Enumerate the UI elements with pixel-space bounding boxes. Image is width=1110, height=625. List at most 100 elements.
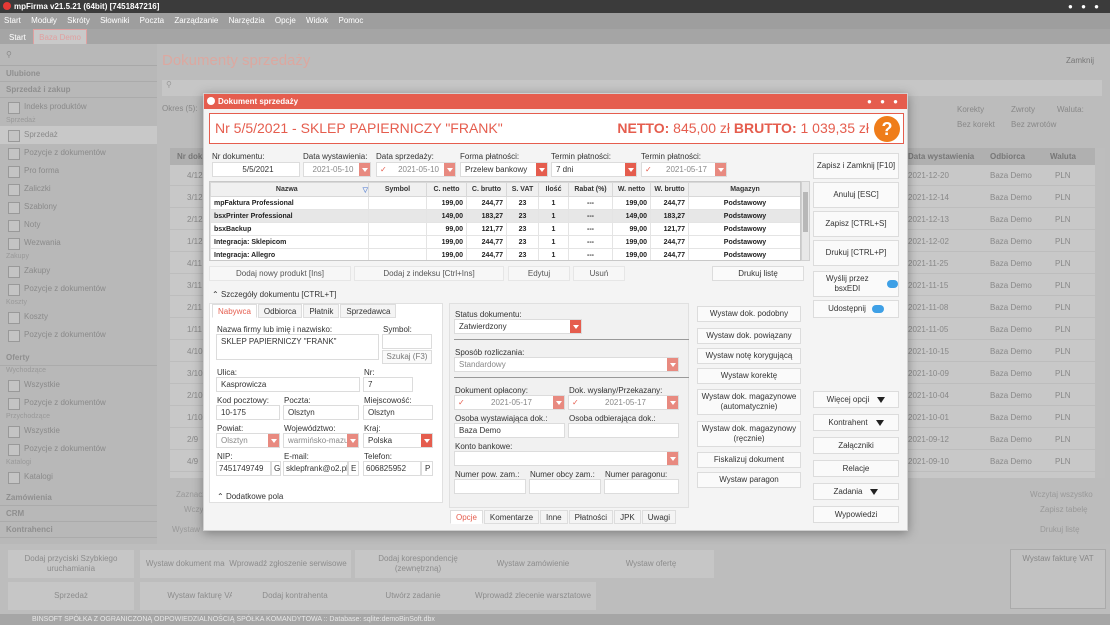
calendar-dropdown-icon[interactable] bbox=[667, 396, 678, 409]
quick-wystaw-oferte[interactable]: Wystaw ofertę bbox=[588, 550, 714, 578]
sidebar-item-wezwania[interactable]: Wezwania bbox=[0, 234, 157, 252]
wystaw-dok-podobny-button[interactable]: Wystaw dok. podobny bbox=[697, 306, 801, 322]
osoba-odb-input[interactable] bbox=[568, 423, 679, 438]
kod-pocztowy-input[interactable]: 10-175 bbox=[216, 405, 280, 420]
sidebar-search[interactable]: ⚲ bbox=[0, 44, 157, 66]
nr-dokumentu-input[interactable]: 5/5/2021 bbox=[212, 162, 300, 177]
sidebar-section-kontrahenci[interactable]: Kontrahenci bbox=[0, 522, 157, 538]
symbol-input[interactable] bbox=[382, 334, 432, 349]
window-menu-icon[interactable]: ● ● ● bbox=[1068, 0, 1102, 13]
menu-widok[interactable]: Widok bbox=[306, 16, 328, 25]
tab-nabywca[interactable]: Nabywca bbox=[212, 304, 257, 318]
filter-bez-korekt[interactable]: Bez korekt bbox=[957, 120, 995, 129]
sidebar-item-zakupy-pozycje[interactable]: Pozycje z dokumentów bbox=[0, 280, 157, 298]
ulica-input[interactable]: Kasprowicza bbox=[216, 377, 360, 392]
email-input[interactable]: sklepfrank@o2.pl bbox=[283, 461, 348, 476]
telefon-input[interactable]: 606825952 bbox=[363, 461, 421, 476]
wyslany-input[interactable]: ✓ 2021-05-17 bbox=[568, 395, 679, 410]
relacje-button[interactable]: Relacje bbox=[813, 460, 899, 477]
wystaw-magazynowe-auto-button[interactable]: Wystaw dok. magazynowe (automatycznie) bbox=[697, 389, 801, 415]
wyslij-bsxedi-button[interactable]: Wyślij przez bsxEDI bbox=[813, 271, 899, 297]
numer-pow-input[interactable] bbox=[454, 479, 526, 494]
menu-skroty[interactable]: Skróty bbox=[67, 16, 90, 25]
chevron-down-icon[interactable] bbox=[347, 434, 358, 447]
wiecej-opcji-button[interactable]: Więcej opcji bbox=[813, 391, 899, 408]
wystaw-dok-powiazany-button[interactable]: Wystaw dok. powiązany bbox=[697, 328, 801, 344]
documents-scrollbar[interactable] bbox=[1095, 148, 1105, 478]
menu-zarzadzanie[interactable]: Zarządzanie bbox=[174, 16, 218, 25]
calendar-dropdown-icon[interactable] bbox=[444, 163, 455, 176]
sidebar-item-przych-wszystkie[interactable]: Wszystkie bbox=[0, 422, 157, 440]
filter-korekty[interactable]: Korekty bbox=[957, 105, 984, 114]
col-cbrutto[interactable]: C. brutto bbox=[466, 182, 507, 197]
check-icon[interactable]: ✓ bbox=[645, 163, 652, 176]
wystaw-paragon-button[interactable]: Wystaw paragon bbox=[697, 472, 801, 488]
szczegoly-toggle[interactable]: ⌃ Szczegóły dokumentu [CTRL+T] bbox=[212, 290, 336, 299]
col-nr[interactable]: Nr dok bbox=[177, 148, 202, 165]
wczytaj-wszystko-button[interactable]: Wczytaj wszystko bbox=[1030, 490, 1093, 499]
nip-gus-button[interactable]: G bbox=[271, 461, 281, 476]
sidebar-item-zakupy[interactable]: Zakupy bbox=[0, 262, 157, 280]
product-row[interactable]: bsxPrinter Professional 149,00 183,27 23 1 --… bbox=[210, 209, 800, 223]
menu-pomoc[interactable]: Pomoc bbox=[338, 16, 363, 25]
sidebar-section-sprzedaz-zakup[interactable]: Sprzedaż i zakup bbox=[0, 82, 157, 98]
calendar-dropdown-icon[interactable] bbox=[359, 163, 370, 176]
sidebar-item-proforma[interactable]: Pro forma bbox=[0, 162, 157, 180]
sidebar-item-oferty-wszystkie[interactable]: Wszystkie bbox=[0, 376, 157, 394]
email-send-button[interactable]: E bbox=[348, 461, 359, 476]
col-wbrutto[interactable]: W. brutto bbox=[650, 182, 689, 197]
sidebar-item-oferty-pozycje[interactable]: Pozycje z dokumentów bbox=[0, 394, 157, 412]
sidebar-section-zamowienia[interactable]: Zamówienia bbox=[0, 490, 157, 506]
menu-slowniki[interactable]: Słowniki bbox=[100, 16, 129, 25]
product-row[interactable]: bsxBackup 99,00 121,77 23 1 --- 99,00 121,77 Pod… bbox=[210, 222, 800, 236]
edytuj-button[interactable]: Edytuj bbox=[508, 266, 570, 281]
chevron-down-icon[interactable] bbox=[570, 320, 581, 333]
wystaw-korekte-button[interactable]: Wystaw korektę bbox=[697, 368, 801, 384]
dialog-menu-icon[interactable]: ● ● ● bbox=[867, 94, 901, 109]
chevron-down-icon[interactable] bbox=[667, 452, 678, 465]
quick-wystaw-zamowienie[interactable]: Wystaw zamówienie bbox=[470, 550, 596, 578]
sidebar-item-katalogi[interactable]: Katalogi bbox=[0, 468, 157, 486]
udostepnij-button[interactable]: Udostępnij bbox=[813, 300, 899, 318]
chevron-down-icon[interactable] bbox=[667, 358, 678, 371]
nip-input[interactable]: 7451749749 bbox=[216, 461, 271, 476]
anuluj-button[interactable]: Anuluj [ESC] bbox=[813, 182, 899, 208]
quick-sprzedaz[interactable]: Sprzedaż bbox=[8, 582, 134, 610]
filter-waluta[interactable]: Waluta: bbox=[1057, 105, 1084, 114]
col-svat[interactable]: S. VAT bbox=[506, 182, 539, 197]
menu-moduly[interactable]: Moduły bbox=[31, 16, 57, 25]
sidebar-item-koszty[interactable]: Koszty bbox=[0, 308, 157, 326]
status-select[interactable]: Zatwierdzony bbox=[454, 319, 582, 334]
col-odbiorca[interactable]: Odbiorca bbox=[990, 148, 1025, 165]
tab-uwagi[interactable]: Uwagi bbox=[641, 510, 676, 524]
col-magazyn[interactable]: Magazyn bbox=[688, 182, 800, 197]
tab-komentarze[interactable]: Komentarze bbox=[483, 510, 540, 524]
sidebar-item-sprzedaz[interactable]: Sprzedaż bbox=[0, 126, 157, 144]
wystaw-fakture-vat-tile[interactable]: Wystaw fakturę VAT bbox=[1010, 549, 1106, 609]
data-wystawienia-input[interactable]: 2021-05-10 bbox=[303, 162, 371, 177]
quick-dodaj-kontrahenta[interactable]: Dodaj kontrahenta bbox=[232, 582, 358, 610]
menu-narzedzia[interactable]: Narzędzia bbox=[229, 16, 265, 25]
quick-add-buttons[interactable]: Dodaj przyciski Szybkiego uruchamiania bbox=[8, 550, 134, 578]
calendar-dropdown-icon[interactable] bbox=[553, 396, 564, 409]
sidebar-item-zaliczki[interactable]: Zaliczki bbox=[0, 180, 157, 198]
scroll-thumb[interactable] bbox=[803, 192, 808, 232]
kraj-select[interactable]: Polska bbox=[363, 433, 433, 448]
zadania-button[interactable]: Zadania bbox=[813, 483, 899, 500]
wypowiedzi-button[interactable]: Wypowiedzi bbox=[813, 506, 899, 523]
tab-start[interactable]: Start bbox=[4, 30, 31, 45]
tab-platnik[interactable]: Płatnik bbox=[303, 304, 340, 318]
menu-start[interactable]: Start bbox=[4, 16, 21, 25]
poczta-input[interactable]: Olsztyn bbox=[283, 405, 359, 420]
menu-poczta[interactable]: Poczta bbox=[140, 16, 164, 25]
filter-zwroty[interactable]: Zwroty bbox=[1011, 105, 1035, 114]
tab-opcje[interactable]: Opcje bbox=[450, 510, 483, 524]
tab-odbiorca[interactable]: Odbiorca bbox=[257, 304, 303, 318]
chevron-down-icon[interactable] bbox=[536, 163, 547, 176]
tab-sprzedawca[interactable]: Sprzedawca bbox=[340, 304, 397, 318]
nr-input[interactable]: 7 bbox=[363, 377, 413, 392]
products-scrollbar[interactable] bbox=[801, 181, 810, 261]
check-icon[interactable]: ✓ bbox=[380, 163, 387, 176]
zaznacz-label[interactable]: Zaznacz bbox=[176, 490, 206, 499]
zapisz-button[interactable]: Zapisz [CTRL+S] bbox=[813, 211, 899, 237]
